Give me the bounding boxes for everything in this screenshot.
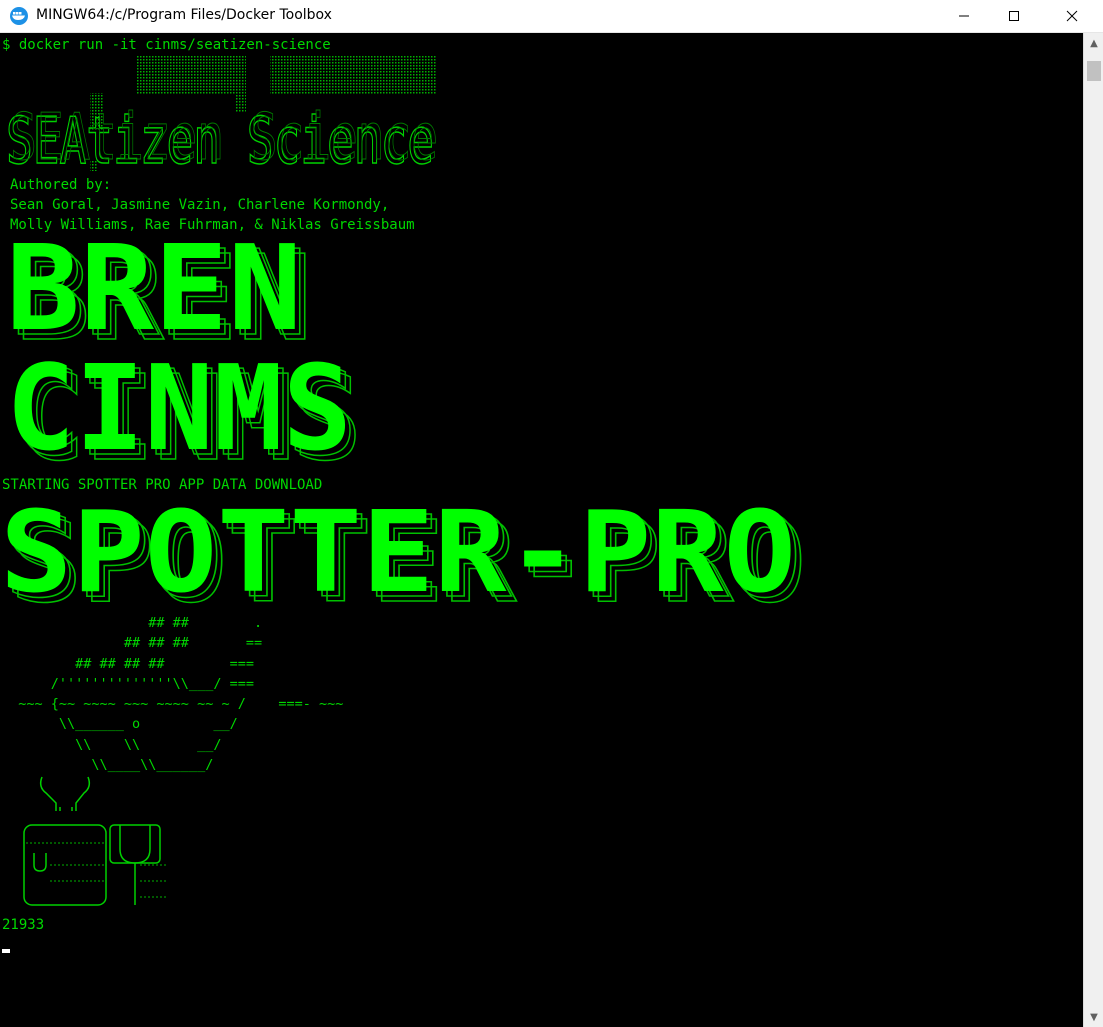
vertical-scrollbar[interactable]: ▲ ▼ <box>1083 33 1103 1027</box>
svg-text:SEAtizen Science: SEAtizen Science <box>10 101 438 171</box>
docker-toolbox-icon <box>10 7 28 25</box>
close-button[interactable] <box>1049 0 1095 32</box>
minimize-icon <box>959 15 969 17</box>
seatizen-science-banner: SEAtizen Science SEAtizen Science <box>5 55 439 171</box>
terminal-output[interactable]: $ docker run -it cinms/seatizen-science … <box>0 33 1083 1027</box>
command-line: $ docker run -it cinms/seatizen-science <box>2 37 331 53</box>
scroll-down-arrow-icon[interactable]: ▼ <box>1084 1007 1103 1027</box>
minimize-button[interactable] <box>941 0 987 32</box>
spotter-pro-banner: SPOTTER-PRO SPOTTER-PRO SPOTTER-PRO <box>0 491 807 609</box>
scrollbar-thumb[interactable] <box>1087 61 1101 81</box>
terminal-cursor <box>2 949 10 953</box>
authors-text: Authored by: Sean Goral, Jasmine Vazin, … <box>10 177 415 233</box>
docker-whale-ascii-art: ## ## . ## ## ## == ## ## ## ## === /'''… <box>18 615 344 774</box>
download-count: 21933 <box>2 917 45 933</box>
title-bar: MINGW64:/c/Program Files/Docker Toolbox <box>0 0 1103 33</box>
bren-banner: BREN BREN BREN <box>6 233 313 349</box>
maximize-icon <box>1009 11 1019 21</box>
cinms-banner: CINMS CINMS CINMS <box>6 349 363 469</box>
svg-text:CINMS: CINMS <box>6 349 352 469</box>
ucsb-logo-icon <box>23 776 166 906</box>
window-title: MINGW64:/c/Program Files/Docker Toolbox <box>36 7 332 23</box>
svg-text:SPOTTER-PRO: SPOTTER-PRO <box>0 491 796 609</box>
scroll-up-arrow-icon[interactable]: ▲ <box>1084 33 1103 53</box>
close-icon <box>1066 10 1078 22</box>
maximize-button[interactable] <box>991 0 1037 32</box>
svg-text:BREN: BREN <box>6 233 302 349</box>
